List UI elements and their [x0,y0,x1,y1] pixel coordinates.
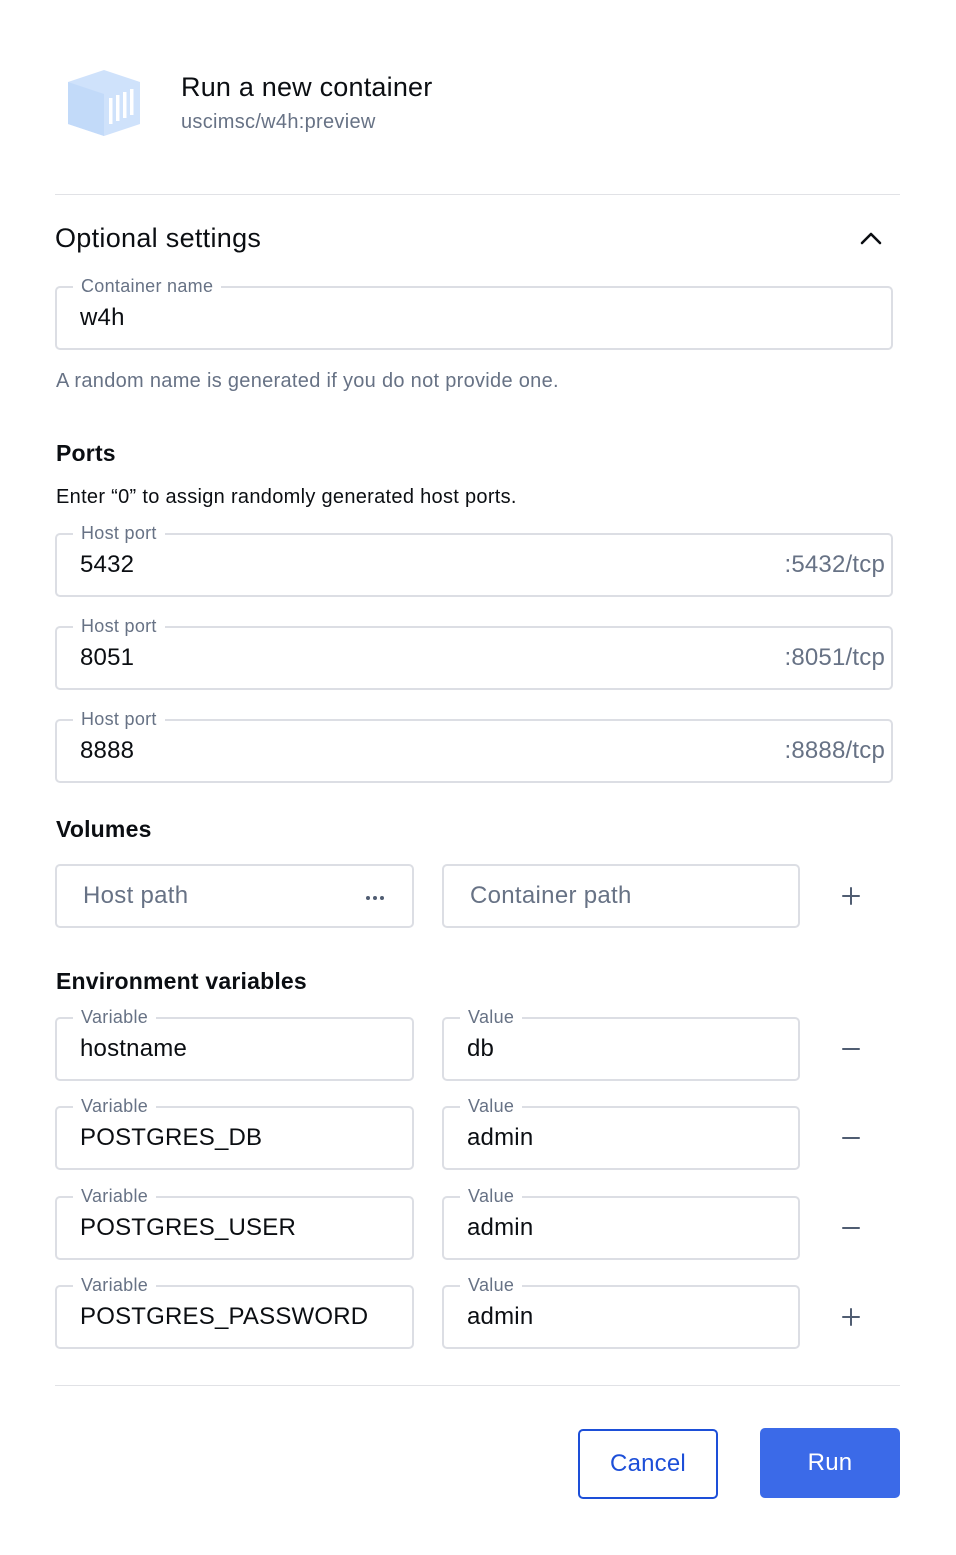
remove-env-button[interactable] [833,1031,869,1067]
container-port-suffix: :8051/tcp [784,644,885,671]
container-path-input[interactable]: Container path [442,864,800,928]
container-port-suffix: :8888/tcp [784,737,885,764]
dialog-title: Run a new container [181,72,433,102]
variable-value[interactable]: hostname [80,1034,187,1064]
variable-value[interactable]: POSTGRES_DB [80,1123,262,1153]
container-icon [64,68,144,138]
env-value-field[interactable]: Value admin [442,1093,800,1170]
add-volume-button[interactable] [833,878,869,914]
cancel-button[interactable]: Cancel [578,1429,718,1499]
host-path-placeholder: Host path [83,882,189,909]
container-port-suffix: :5432/tcp [784,551,885,578]
container-name-label: Container name [73,273,222,299]
env-heading: Environment variables [56,968,307,994]
header-divider [55,194,900,195]
value-label: Value [460,1183,523,1209]
env-value-field[interactable]: Value admin [442,1272,800,1349]
chevron-up-icon[interactable] [854,221,888,255]
host-port-field[interactable]: Host port 8051 :8051/tcp [55,613,893,690]
run-button[interactable]: Run [760,1428,900,1498]
variable-label: Variable [73,1004,157,1030]
remove-env-button[interactable] [833,1210,869,1246]
container-name-helper: A random name is generated if you do not… [56,370,559,392]
env-value[interactable]: admin [467,1302,533,1332]
host-port-field[interactable]: Host port 8888 :8888/tcp [55,706,893,783]
container-path-placeholder: Container path [470,882,632,909]
env-value[interactable]: admin [467,1213,533,1243]
value-label: Value [460,1093,523,1119]
volumes-heading: Volumes [56,816,152,842]
minus-icon [842,1137,860,1139]
container-name-value[interactable]: w4h [80,303,125,333]
host-port-value[interactable]: 8051 [80,643,134,673]
optional-settings-label: Optional settings [55,222,262,253]
env-variable-field[interactable]: Variable hostname [55,1004,414,1081]
add-env-button[interactable] [833,1299,869,1335]
host-port-field[interactable]: Host port 5432 :5432/tcp [55,520,893,597]
env-value[interactable]: db [467,1034,494,1064]
ports-description: Enter “0” to assign randomly generated h… [56,486,517,508]
variable-value[interactable]: POSTGRES_PASSWORD [80,1302,368,1332]
env-variable-field[interactable]: Variable POSTGRES_USER [55,1183,414,1260]
host-port-value[interactable]: 8888 [80,736,134,766]
value-label: Value [460,1004,523,1030]
env-variable-field[interactable]: Variable POSTGRES_PASSWORD [55,1272,414,1349]
host-port-label: Host port [73,520,165,546]
variable-label: Variable [73,1093,157,1119]
value-label: Value [460,1272,523,1298]
image-name: uscimsc/w4h:preview [181,111,376,133]
container-name-field[interactable]: Container name w4h [55,273,893,350]
host-port-label: Host port [73,613,165,639]
host-port-label: Host port [73,706,165,732]
plus-icon [842,1308,860,1326]
footer-divider [55,1385,900,1386]
host-port-value[interactable]: 5432 [80,550,134,580]
optional-settings-toggle[interactable]: Optional settings [55,216,900,260]
env-value-field[interactable]: Value admin [442,1183,800,1260]
plus-icon [842,887,860,905]
remove-env-button[interactable] [833,1120,869,1156]
env-value[interactable]: admin [467,1123,533,1153]
more-horizontal-icon[interactable] [366,896,384,900]
variable-label: Variable [73,1183,157,1209]
env-value-field[interactable]: Value db [442,1004,800,1081]
minus-icon [842,1048,860,1050]
run-container-dialog: Run a new container uscimsc/w4h:preview … [0,0,956,1555]
variable-label: Variable [73,1272,157,1298]
host-path-input[interactable]: Host path [55,864,414,928]
minus-icon [842,1227,860,1229]
env-variable-field[interactable]: Variable POSTGRES_DB [55,1093,414,1170]
ports-heading: Ports [56,440,116,466]
variable-value[interactable]: POSTGRES_USER [80,1213,296,1243]
